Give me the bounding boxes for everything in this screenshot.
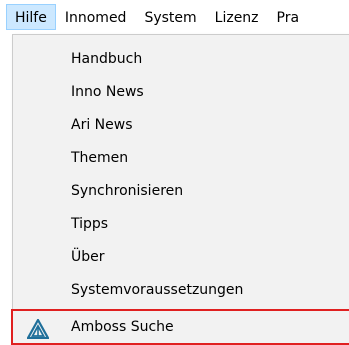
- menu-hilfe[interactable]: Hilfe: [6, 4, 56, 30]
- menu-item-label: Über: [71, 249, 105, 265]
- menu-system[interactable]: System: [135, 4, 205, 30]
- menu-item-label: Inno News: [71, 84, 144, 100]
- amboss-triangle-icon: [26, 317, 50, 340]
- menu-praxis-truncated[interactable]: Pra: [268, 4, 309, 30]
- menu-item-tipps[interactable]: Tipps: [13, 208, 349, 241]
- menu-item-label: Systemvoraussetzungen: [71, 282, 244, 298]
- menu-item-inno-news[interactable]: Inno News: [13, 76, 349, 109]
- menu-item-systemvoraussetzungen[interactable]: Systemvoraussetzungen: [13, 274, 349, 307]
- menu-item-synchronisieren[interactable]: Synchronisieren: [13, 175, 349, 208]
- hilfe-dropdown-menu: Handbuch Inno News Ari News Themen Synch…: [11, 34, 349, 345]
- menu-item-label: Amboss Suche: [71, 319, 174, 335]
- menu-lizenz[interactable]: Lizenz: [206, 4, 268, 30]
- menu-item-label: Ari News: [71, 117, 133, 133]
- menu-item-label: Synchronisieren: [71, 183, 184, 199]
- menu-item-label: Handbuch: [71, 51, 143, 67]
- menu-item-handbuch[interactable]: Handbuch: [13, 43, 349, 76]
- menu-item-label: Tipps: [71, 216, 109, 232]
- menu-innomed[interactable]: Innomed: [56, 4, 136, 30]
- menu-item-themen[interactable]: Themen: [13, 142, 349, 175]
- menu-item-ueber[interactable]: Über: [13, 241, 349, 274]
- menu-bar: Hilfe Innomed System Lizenz Pra: [0, 0, 349, 34]
- menu-item-ari-news[interactable]: Ari News: [13, 109, 349, 142]
- menu-item-amboss-suche[interactable]: Amboss Suche: [11, 309, 349, 345]
- menu-item-label: Themen: [71, 150, 129, 166]
